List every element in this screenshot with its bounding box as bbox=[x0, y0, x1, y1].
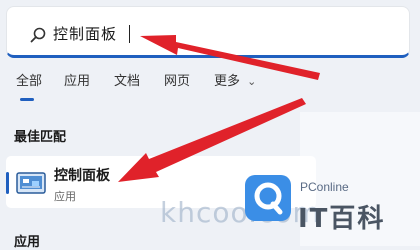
search-input[interactable]: 控制面板 bbox=[53, 25, 117, 43]
tab-apps[interactable]: 应用 bbox=[64, 74, 90, 90]
search-box[interactable]: 控制面板 bbox=[6, 6, 410, 58]
watermark-site: khcoo.com bbox=[160, 196, 321, 229]
control-panel-icon bbox=[16, 172, 46, 194]
watermark-brand-chinese: IT百科 bbox=[298, 204, 386, 234]
filter-tabs: 全部 应用 文档 网页 更多 ⌄ bbox=[0, 62, 300, 102]
tab-more[interactable]: 更多 ⌄ bbox=[214, 74, 256, 90]
chevron-down-icon: ⌄ bbox=[247, 75, 257, 88]
tab-web[interactable]: 网页 bbox=[164, 74, 190, 90]
section-apps: 应用 bbox=[14, 235, 41, 250]
tab-all[interactable]: 全部 bbox=[16, 74, 42, 90]
section-best-match: 最佳匹配 bbox=[14, 130, 67, 145]
tab-documents[interactable]: 文档 bbox=[114, 74, 140, 90]
text-caret bbox=[129, 25, 130, 43]
watermark-brand: PConline bbox=[300, 180, 349, 194]
tab-more-label: 更多 bbox=[214, 74, 241, 89]
result-title: 控制面板 bbox=[54, 168, 110, 184]
pconline-logo-icon bbox=[245, 175, 291, 221]
search-icon bbox=[30, 27, 46, 43]
result-type: 应用 bbox=[54, 190, 76, 203]
selection-accent bbox=[6, 172, 9, 194]
active-tab-indicator bbox=[20, 98, 34, 101]
